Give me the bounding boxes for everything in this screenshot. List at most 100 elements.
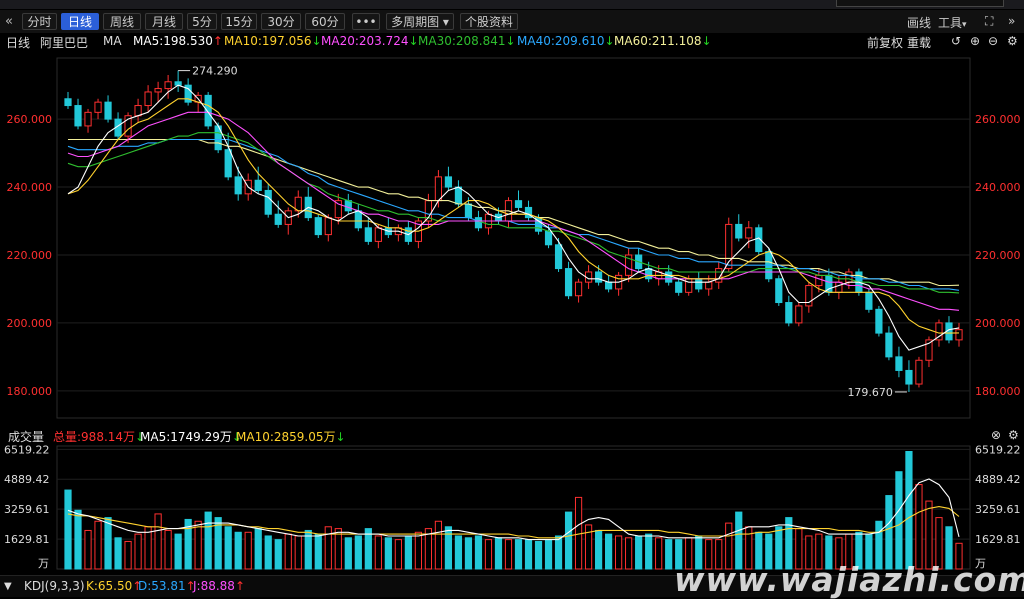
candle-body [885, 332, 893, 358]
candle-body [705, 281, 713, 290]
candle-body [364, 227, 372, 242]
collapse-icon[interactable]: ▼ [4, 581, 12, 592]
volume-bar [444, 526, 453, 570]
arrow-up-icon: ↑ [234, 579, 245, 593]
volume-bar [594, 529, 603, 570]
volume-bar [454, 535, 463, 570]
candle-body [895, 356, 903, 371]
candle-body [374, 227, 382, 242]
volume-tick-right: 3259.61 [975, 503, 1021, 516]
candle-body [344, 200, 352, 212]
volume-bar [665, 539, 673, 570]
volume-ma10: MA10:2859.05万↓ [236, 428, 346, 445]
candle-body [905, 369, 913, 385]
volume-pane-frame [56, 445, 971, 570]
volume-bar [134, 533, 142, 570]
candle-body [464, 203, 473, 219]
candle-body [434, 176, 443, 202]
candle-body [104, 101, 112, 120]
ma5-line [67, 84, 960, 351]
candle-body [274, 213, 282, 225]
volume-bar [414, 531, 422, 570]
volume-total: 总量:988.14万↓ [53, 428, 145, 445]
volume-bar [905, 451, 913, 570]
price-tick-left: 180.000 [7, 385, 53, 398]
volume-bar [554, 535, 563, 570]
volume-bar [194, 520, 202, 570]
volume-bar [254, 528, 262, 570]
candle-body [915, 359, 923, 385]
volume-bar [625, 537, 633, 570]
kdj-d-text: D:53.81 [138, 579, 186, 593]
price-tick-right: 220.000 [975, 249, 1021, 262]
volume-bar [534, 540, 543, 570]
volume-tick-left: 6519.22 [4, 443, 50, 456]
volume-bar [615, 535, 623, 570]
volume-unit-left: 万 [38, 557, 49, 570]
price-tick-left: 260.000 [7, 113, 53, 126]
settings-icon[interactable]: ⚙ [1008, 428, 1019, 442]
candle-body [154, 88, 162, 93]
price-tick-left: 200.000 [7, 317, 53, 330]
candle-body [815, 274, 823, 287]
volume-bar [925, 500, 933, 570]
volume-bar [164, 529, 172, 570]
close-icon[interactable]: ⊗ [991, 428, 1001, 442]
candle-body [685, 278, 693, 293]
volume-tick-left: 1629.81 [4, 533, 50, 546]
volume-bar [494, 537, 503, 570]
volume-bar [124, 540, 132, 570]
kdj-j-text: J:88.88 [193, 579, 235, 593]
volume-bar [364, 528, 372, 570]
price-tick-left: 220.000 [7, 249, 53, 262]
candle-body [324, 217, 332, 236]
candle-body [735, 223, 743, 239]
kdj-k: K:65.50↑ [86, 579, 142, 593]
volume-tick-right: 4889.42 [975, 473, 1021, 486]
volume-bar [895, 471, 903, 570]
candle-body [795, 305, 803, 324]
price-tick-right: 200.000 [975, 317, 1021, 330]
candle-body [605, 281, 613, 290]
volume-bar [174, 533, 182, 570]
volume-bar [514, 539, 523, 570]
candle-body [775, 278, 783, 304]
volume-total-text: 总量:988.14万 [53, 430, 136, 444]
arrow-down-icon: ↓ [335, 430, 346, 444]
volume-bar [104, 517, 112, 570]
ma10-line [67, 98, 960, 334]
volume-bar [234, 531, 242, 570]
volume-bar [434, 520, 443, 570]
candle-body [574, 281, 583, 297]
candle-body [94, 101, 102, 113]
candle-body [474, 217, 483, 229]
volume-bar [154, 513, 162, 570]
volume-bar [504, 539, 513, 570]
candle-body [675, 281, 683, 293]
candle-body [144, 91, 152, 107]
volume-bar [244, 531, 252, 570]
volume-bar [264, 535, 272, 570]
volume-bar [384, 537, 392, 570]
candle-body [785, 302, 793, 324]
price-tick-right: 240.000 [975, 181, 1021, 194]
candle-body [84, 111, 92, 127]
candlestick-chart[interactable]: 260.000 260.000 240.000 240.000 220.000 220.0… [0, 0, 1024, 596]
candle-body [835, 281, 843, 293]
volume-bar [915, 484, 923, 570]
kdj-d: D:53.81↑ [138, 579, 196, 593]
volume-tick-right: 6519.22 [975, 443, 1021, 456]
volume-bar [564, 511, 573, 570]
volume-bar [84, 529, 92, 570]
candle-body [454, 186, 463, 205]
volume-bar [314, 533, 322, 570]
ma20-line [67, 111, 960, 311]
candle-body [164, 81, 172, 90]
volume-bar [274, 539, 282, 570]
volume-tick-left: 3259.61 [4, 503, 50, 516]
volume-bar [394, 539, 402, 570]
volume-bar [464, 537, 473, 570]
volume-bar [114, 537, 122, 570]
volume-bar [284, 533, 292, 570]
volume-bar [474, 535, 483, 570]
